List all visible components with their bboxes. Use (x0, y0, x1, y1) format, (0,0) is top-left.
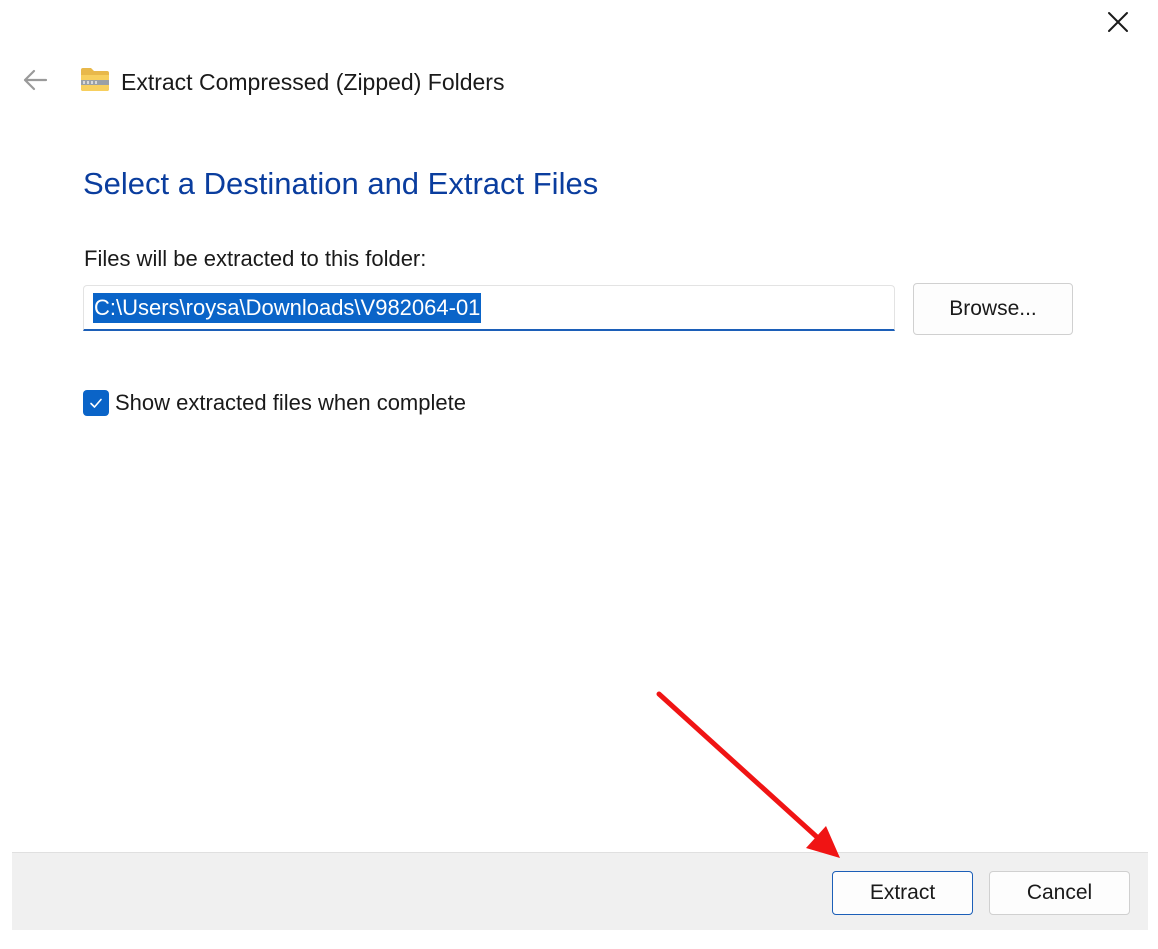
checkmark-icon (90, 398, 102, 408)
extract-wizard-window: Extract Compressed (Zipped) Folders Sele… (0, 0, 1158, 949)
close-button[interactable] (1098, 4, 1138, 40)
destination-path-input[interactable]: C:\Users\roysa\Downloads\V982064-01 (83, 285, 895, 331)
back-arrow-icon (23, 69, 48, 91)
zip-folder-icon (81, 68, 109, 91)
destination-label: Files will be extracted to this folder: (84, 246, 427, 271)
show-files-checkbox[interactable] (83, 390, 109, 416)
back-button[interactable] (18, 64, 52, 96)
show-files-checkbox-row[interactable]: Show extracted files when complete (83, 389, 466, 417)
dialog-footer (12, 852, 1148, 930)
close-icon (1108, 12, 1128, 32)
annotation-arrow (656, 691, 840, 858)
extract-button[interactable]: Extract (832, 871, 973, 915)
annotation-arrow-shaft (656, 691, 821, 841)
cancel-button[interactable]: Cancel (989, 871, 1130, 915)
window-title: Extract Compressed (Zipped) Folders (121, 69, 505, 95)
destination-path-value: C:\Users\roysa\Downloads\V982064-01 (93, 292, 482, 323)
page-heading: Select a Destination and Extract Files (83, 166, 599, 201)
show-files-label: Show extracted files when complete (115, 390, 466, 415)
browse-button[interactable]: Browse... (913, 283, 1073, 335)
